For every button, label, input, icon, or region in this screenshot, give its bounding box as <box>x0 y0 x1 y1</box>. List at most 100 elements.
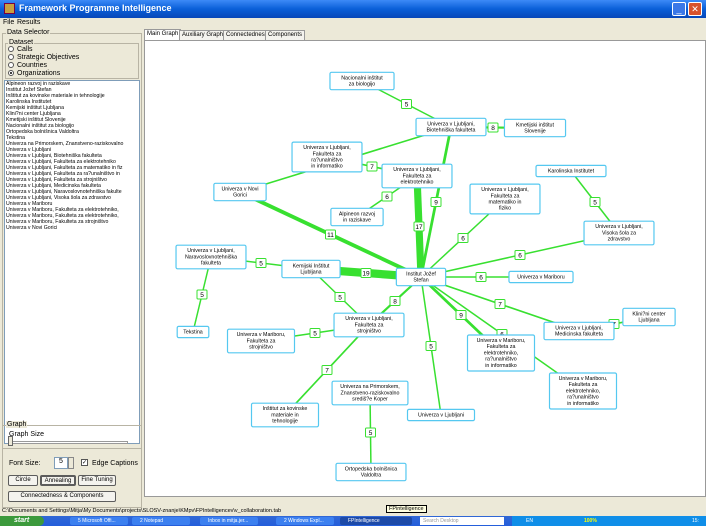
graph-node[interactable]: Univerza v Ljubljani,Medicinska fakultet… <box>543 321 615 341</box>
graph-size-track[interactable] <box>8 441 128 444</box>
graph-node[interactable]: Univerza v Ljubljani,Naravoslovnotehnišk… <box>175 244 247 270</box>
graph-node[interactable]: Univerza v NoviGorici <box>213 182 267 202</box>
svg-text:5: 5 <box>405 102 409 109</box>
system-tray: EN 100% 15: <box>512 516 706 526</box>
radio-icon[interactable] <box>8 62 14 69</box>
svg-text:Univerza v Mariboru,: Univerza v Mariboru, <box>477 338 526 344</box>
svg-text:Nacionalni inštitut: Nacionalni inštitut <box>341 75 383 81</box>
svg-text:fiziko: fiziko <box>499 206 511 212</box>
graph-node[interactable]: Inštitut za kovinskemateriale intehnolog… <box>250 402 320 428</box>
radio-organizations[interactable]: Organizations <box>8 70 60 77</box>
svg-text:Kmetijski inštitut: Kmetijski inštitut <box>516 122 554 128</box>
radio-countries[interactable]: Countries <box>8 62 47 69</box>
menu-results[interactable]: Results <box>17 19 40 26</box>
graph-node[interactable]: Univerza v Ljubljani,Fakulteta zastrojni… <box>333 312 405 338</box>
graph-node[interactable]: Univerza v Ljubljani,Fakulteta zara?unal… <box>291 141 363 173</box>
tray-clock: 15: <box>692 518 699 524</box>
graph-node[interactable]: Univerza v Ljubljani,Fakulteta zamatemat… <box>469 183 541 215</box>
start-button[interactable]: start <box>0 516 44 526</box>
svg-text:Alpineon razvoj: Alpineon razvoj <box>339 211 375 217</box>
task-inbox[interactable]: Inbox in mitja.jer... <box>200 517 258 525</box>
svg-text:elektrotehniko,: elektrotehniko, <box>566 388 600 394</box>
graph-node[interactable]: Univerza v Ljubljani,Fakulteta zaelektro… <box>381 163 453 189</box>
svg-text:Ljubljana: Ljubljana <box>300 270 321 276</box>
graph-node[interactable]: Univerza v Mariboru,Fakulteta zaelektrot… <box>466 334 536 372</box>
edge-weight-label: 5 <box>589 197 601 207</box>
radio-icon[interactable] <box>8 54 14 61</box>
tab-components[interactable]: Components <box>265 30 306 40</box>
edge-weight-label: 5 <box>425 341 437 351</box>
svg-text:Medicinska fakulteta: Medicinska fakulteta <box>555 332 603 338</box>
svg-text:Univerza v Ljubljani: Univerza v Ljubljani <box>418 412 464 418</box>
fine-tuning-button[interactable]: Fine Tuning <box>78 475 116 486</box>
graph-node[interactable]: Univerza v Ljubljani <box>406 408 476 422</box>
radio-selected-icon[interactable] <box>8 70 14 77</box>
menu-file[interactable]: File <box>3 19 14 26</box>
graph-node[interactable]: Kemijski InštitutLjubljana <box>281 259 341 279</box>
svg-text:Univerza v Ljubljani,: Univerza v Ljubljani, <box>595 224 642 230</box>
edge-captions-checkbox[interactable]: ✓ <box>81 459 88 466</box>
svg-text:Univerza v Ljubljani,: Univerza v Ljubljani, <box>481 187 528 193</box>
graph-node[interactable]: Alpineon razvojin raziskave <box>330 207 384 227</box>
graph-canvas[interactable]: 5879761711656551956857779655Nacionalni i… <box>144 40 706 497</box>
task-office[interactable]: 5 Microsoft Offi... <box>70 517 128 525</box>
graph-node[interactable]: Nacionalni inštitutza biologijo <box>329 71 395 91</box>
graph-node[interactable]: Karolinska Institutet <box>535 164 607 178</box>
graph-node[interactable]: Klini?ni centerLjubljana <box>622 307 676 327</box>
graph-size-slider[interactable] <box>8 436 13 446</box>
edge-weight-label: 5 <box>196 289 208 300</box>
minimize-button[interactable]: _ <box>672 2 686 16</box>
annealing-button[interactable]: Annealing <box>40 475 76 486</box>
svg-text:6: 6 <box>385 194 389 201</box>
task-explorer[interactable]: 2 Windows Expl... <box>276 517 334 525</box>
graph-node[interactable]: Univerza v Mariboru,Fakulteta zaelektrot… <box>548 372 618 410</box>
svg-text:in informatiko: in informatiko <box>485 363 517 369</box>
tab-auxiliary-graph[interactable]: Auxiliary Graph <box>179 30 227 40</box>
graph-size-label: Graph Size <box>9 431 45 438</box>
tray-zoom[interactable]: 100% <box>584 516 597 526</box>
svg-text:ra?unalništvo: ra?unalništvo <box>485 357 517 363</box>
svg-text:Univerza v Mariboru: Univerza v Mariboru <box>517 274 564 280</box>
svg-text:5: 5 <box>338 295 342 302</box>
graph-node[interactable]: Univerza v Mariboru <box>508 270 574 284</box>
edge-weight-label: 5 <box>309 328 321 338</box>
font-size-spinner[interactable] <box>68 457 74 469</box>
radio-icon[interactable] <box>8 46 14 53</box>
close-button[interactable]: ✕ <box>688 2 702 16</box>
task-fpintelligence[interactable]: FPIntelligence <box>340 517 412 525</box>
graph-node[interactable]: Univerza v Ljubljani,Visoka šola zazdrav… <box>583 220 655 246</box>
collaboration-graph[interactable]: 5879761711656551956857779655Nacionalni i… <box>145 41 706 498</box>
svg-text:Visoka šola za: Visoka šola za <box>602 230 636 236</box>
organization-list[interactable]: Alpineon razvoj in raziskave Institut Jož… <box>4 80 140 444</box>
svg-text:Fakulteta za: Fakulteta za <box>403 173 432 179</box>
svg-text:Institut Jožef: Institut Jožef <box>406 271 436 277</box>
circle-button[interactable]: Circle <box>8 475 38 486</box>
svg-text:Valdoltra: Valdoltra <box>361 473 382 479</box>
svg-text:Univerza v Ljubljani,: Univerza v Ljubljani, <box>345 316 392 322</box>
list-item[interactable]: Univerza v Novi Gorici <box>5 225 139 231</box>
graph-node[interactable]: Tekstina <box>176 325 210 339</box>
task-notepad[interactable]: 2 Notepad <box>132 517 190 525</box>
connectedness-components-button[interactable]: Connectedness & Components <box>8 491 116 502</box>
status-file-path: C:\Documents and Settings\Mitja\My Docum… <box>2 508 282 514</box>
edge-weight-label: 6 <box>475 272 487 282</box>
edge-weight-label: 6 <box>381 191 393 202</box>
radio-calls[interactable]: Calls <box>8 46 33 53</box>
svg-text:Ljubljana: Ljubljana <box>638 318 659 324</box>
radio-strategic-objectives[interactable]: Strategic Objectives <box>8 54 79 61</box>
graph-node[interactable]: Univerza na Primorskem,Znanstveno-razisk… <box>331 380 409 406</box>
graph-node[interactable]: Univerza v Mariboru,Fakulteta zastrojniš… <box>226 328 296 354</box>
graph-node[interactable]: Institut JožefStefan <box>395 267 447 287</box>
graph-node[interactable]: Kmetijski inštitutSlovenije <box>503 118 567 138</box>
svg-text:8: 8 <box>491 125 495 132</box>
svg-text:9: 9 <box>434 200 438 207</box>
desktop-search-input[interactable]: Search Desktop <box>420 517 504 525</box>
left-panel: Data Selector Dataset Calls Strategic Ob… <box>2 29 142 508</box>
graph-node[interactable]: Univerza v Ljubljani,Biotehniška fakulte… <box>415 117 487 137</box>
svg-text:tehnologije: tehnologije <box>272 419 298 425</box>
font-size-input[interactable]: 5 <box>54 457 68 469</box>
tab-connectedness[interactable]: Connectedness <box>223 30 271 40</box>
tab-main-graph[interactable]: Main Graph <box>144 29 182 40</box>
graph-node[interactable]: Ortopedska bolnišnicaValdoltra <box>335 462 407 482</box>
tray-language[interactable]: EN <box>526 516 533 526</box>
